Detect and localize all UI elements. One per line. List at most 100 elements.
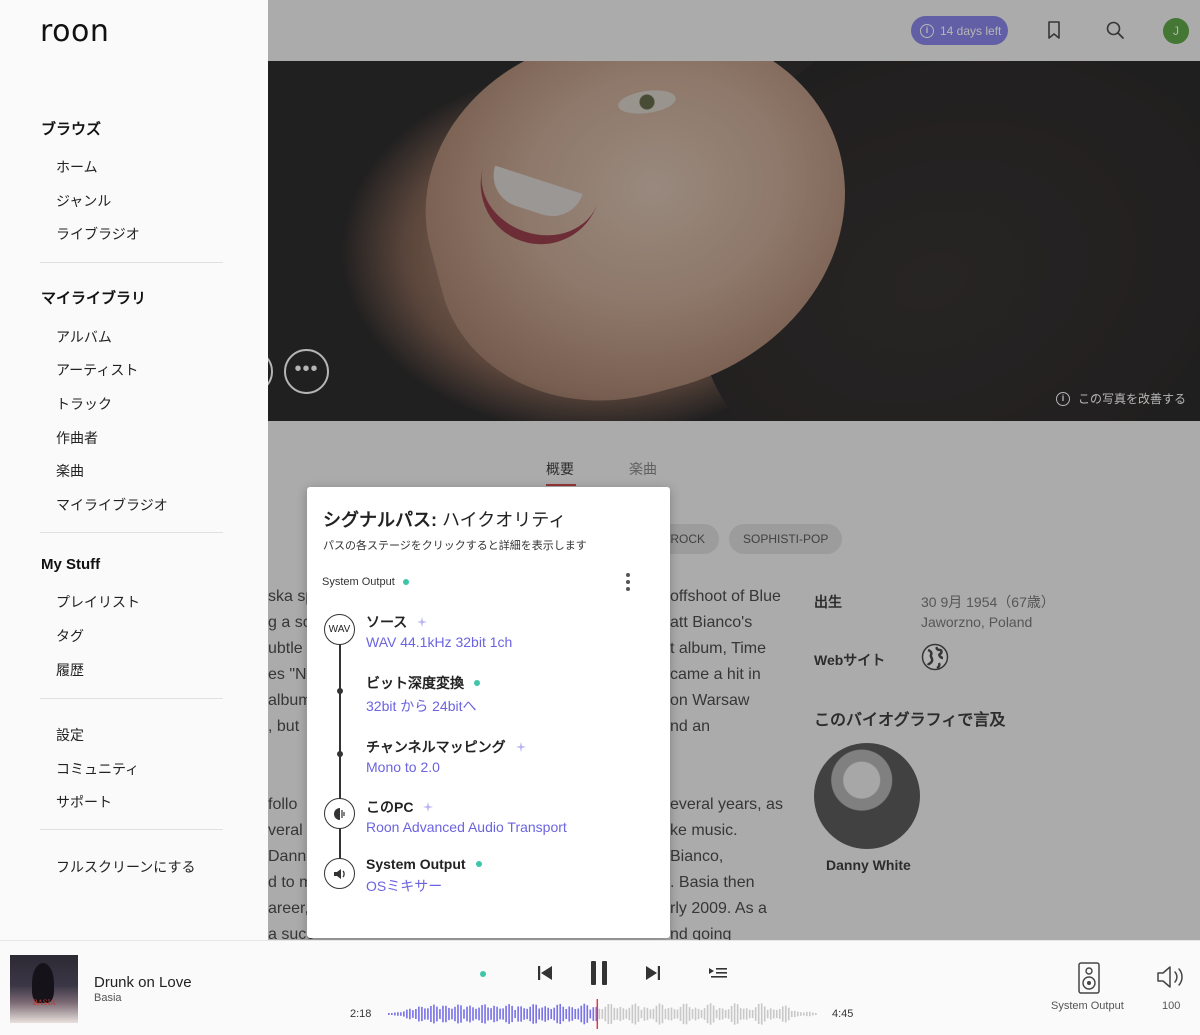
waveform-bar: [430, 1006, 432, 1022]
roon-logo: roon: [40, 14, 110, 49]
waveform-bar: [427, 1008, 429, 1020]
seek-waveform[interactable]: [388, 999, 818, 1029]
waveform-bar: [388, 1013, 390, 1015]
queue-button[interactable]: [708, 964, 728, 982]
waveform-bar: [730, 1005, 733, 1023]
signal-stage-bit-depth[interactable]: ビット深度変換: [366, 673, 480, 693]
volume-button[interactable]: [1156, 965, 1188, 989]
enhancement-sparkle-icon: [423, 802, 434, 812]
album-art[interactable]: BASIA: [10, 955, 78, 1023]
zone-label[interactable]: System Output: [1051, 1000, 1124, 1012]
signal-stage-value[interactable]: WAV 44.1kHz 32bit 1ch: [366, 634, 512, 650]
waveform-bar: [577, 1008, 580, 1020]
sidebar-heading-browse: ブラウズ: [41, 121, 102, 138]
sidebar-item-playlists[interactable]: プレイリスト: [56, 592, 140, 612]
sidebar-item-settings[interactable]: 設定: [56, 725, 84, 745]
waveform-bar: [775, 1009, 778, 1019]
previous-track-button[interactable]: [536, 963, 554, 983]
waveform-bar: [598, 1008, 601, 1020]
waveform-bar: [766, 1009, 769, 1019]
signal-stage-name: System Output: [366, 856, 466, 872]
zone-output-button[interactable]: [1076, 961, 1102, 995]
signal-path-title-label: シグナルパス:: [323, 510, 437, 530]
waveform-bar: [748, 1009, 751, 1019]
waveform-bar: [736, 1004, 739, 1024]
waveform-bar: [718, 1007, 721, 1021]
waveform-bar: [664, 1008, 667, 1020]
signal-path-indicator[interactable]: [480, 971, 486, 977]
waveform-bar: [568, 1006, 571, 1022]
sidebar-item-history[interactable]: 履歴: [56, 660, 84, 680]
sidebar-item-albums[interactable]: アルバム: [56, 327, 112, 347]
waveform-bar: [424, 1008, 426, 1020]
signal-stage-this-pc[interactable]: このPC: [366, 797, 434, 817]
waveform-bar: [523, 1008, 525, 1020]
waveform-bar: [790, 1010, 793, 1018]
waveform-bar: [715, 1009, 718, 1019]
sidebar-item-tags[interactable]: タグ: [56, 626, 84, 646]
signal-stage-channel-mapping[interactable]: チャンネルマッピング: [366, 737, 526, 757]
waveform-bar: [466, 1006, 468, 1022]
waveform-bar: [796, 1011, 799, 1017]
waveform-bar: [394, 1012, 396, 1016]
waveform-bar: [508, 1004, 510, 1024]
playhead[interactable]: [596, 999, 599, 1029]
waveform-bar: [460, 1005, 462, 1023]
waveform-bar: [727, 1009, 730, 1019]
kebab-menu-icon[interactable]: [625, 573, 631, 595]
next-track-button[interactable]: [644, 963, 662, 983]
pause-button[interactable]: [588, 959, 610, 987]
waveform-bar: [547, 1007, 550, 1021]
waveform-bar: [421, 1006, 423, 1022]
waveform-bar: [679, 1006, 682, 1022]
waveform-bar: [667, 1007, 670, 1021]
signal-stage-output[interactable]: System Output: [366, 856, 482, 872]
track-artist[interactable]: Basia: [94, 992, 122, 1004]
signal-path-popup: シグナルパス: ハイクオリティ パスの各ステージをクリックすると詳細を表示します…: [307, 487, 670, 938]
waveform-bar: [493, 1005, 495, 1023]
waveform-bar: [742, 1008, 745, 1020]
sidebar-item-community[interactable]: コミュニティ: [56, 759, 139, 779]
sidebar-item-fullscreen[interactable]: フルスクリーンにする: [56, 857, 195, 877]
signal-stage-value[interactable]: OSミキサー: [366, 876, 442, 896]
sidebar-divider: [40, 262, 223, 263]
sidebar-divider: [40, 698, 223, 699]
sidebar-divider: [40, 829, 223, 830]
sidebar-item-home[interactable]: ホーム: [56, 157, 98, 177]
waveform-bar: [670, 1007, 673, 1021]
sidebar-item-tracks[interactable]: トラック: [56, 394, 112, 414]
status-dot-icon: [475, 861, 482, 867]
enhancement-sparkle-icon: [515, 742, 526, 752]
album-art-text: BASIA: [32, 999, 56, 1007]
sidebar-item-composers[interactable]: 作曲者: [56, 428, 98, 448]
waveform-bar: [586, 1005, 589, 1023]
waveform-bar: [499, 1008, 501, 1020]
sidebar-item-genres[interactable]: ジャンル: [56, 191, 111, 211]
waveform-bar: [784, 1005, 787, 1023]
waveform-bar: [475, 1008, 477, 1020]
waveform-bar: [469, 1005, 471, 1023]
waveform-bar: [754, 1007, 757, 1021]
waveform-bar: [772, 1009, 775, 1019]
signal-stage-source[interactable]: ソース: [366, 612, 428, 632]
waveform-bar: [649, 1009, 652, 1019]
waveform-bar: [517, 1006, 519, 1022]
waveform-bar: [400, 1012, 402, 1016]
waveform-bar: [565, 1009, 568, 1019]
sidebar-item-support[interactable]: サポート: [56, 792, 112, 812]
waveform-bar: [643, 1007, 646, 1021]
signal-stage-value[interactable]: Roon Advanced Audio Transport: [366, 819, 567, 835]
waveform-bar: [763, 1006, 766, 1022]
waveform-bar: [700, 1009, 703, 1019]
waveform-bar: [448, 1007, 450, 1021]
sidebar-item-my-live-radio[interactable]: マイライブラジオ: [56, 495, 168, 515]
waveform-bar: [520, 1006, 522, 1022]
sidebar-item-live-radio[interactable]: ライブラジオ: [56, 224, 140, 244]
sidebar-item-compositions[interactable]: 楽曲: [56, 461, 84, 481]
waveform-bar: [589, 1009, 592, 1019]
sidebar-item-artists[interactable]: アーティスト: [56, 360, 138, 380]
signal-stage-value[interactable]: 32bit から 24bitへ: [366, 696, 477, 716]
signal-stage-value[interactable]: Mono to 2.0: [366, 759, 440, 775]
waveform-bar: [556, 1004, 559, 1024]
track-title[interactable]: Drunk on Love: [94, 974, 192, 991]
